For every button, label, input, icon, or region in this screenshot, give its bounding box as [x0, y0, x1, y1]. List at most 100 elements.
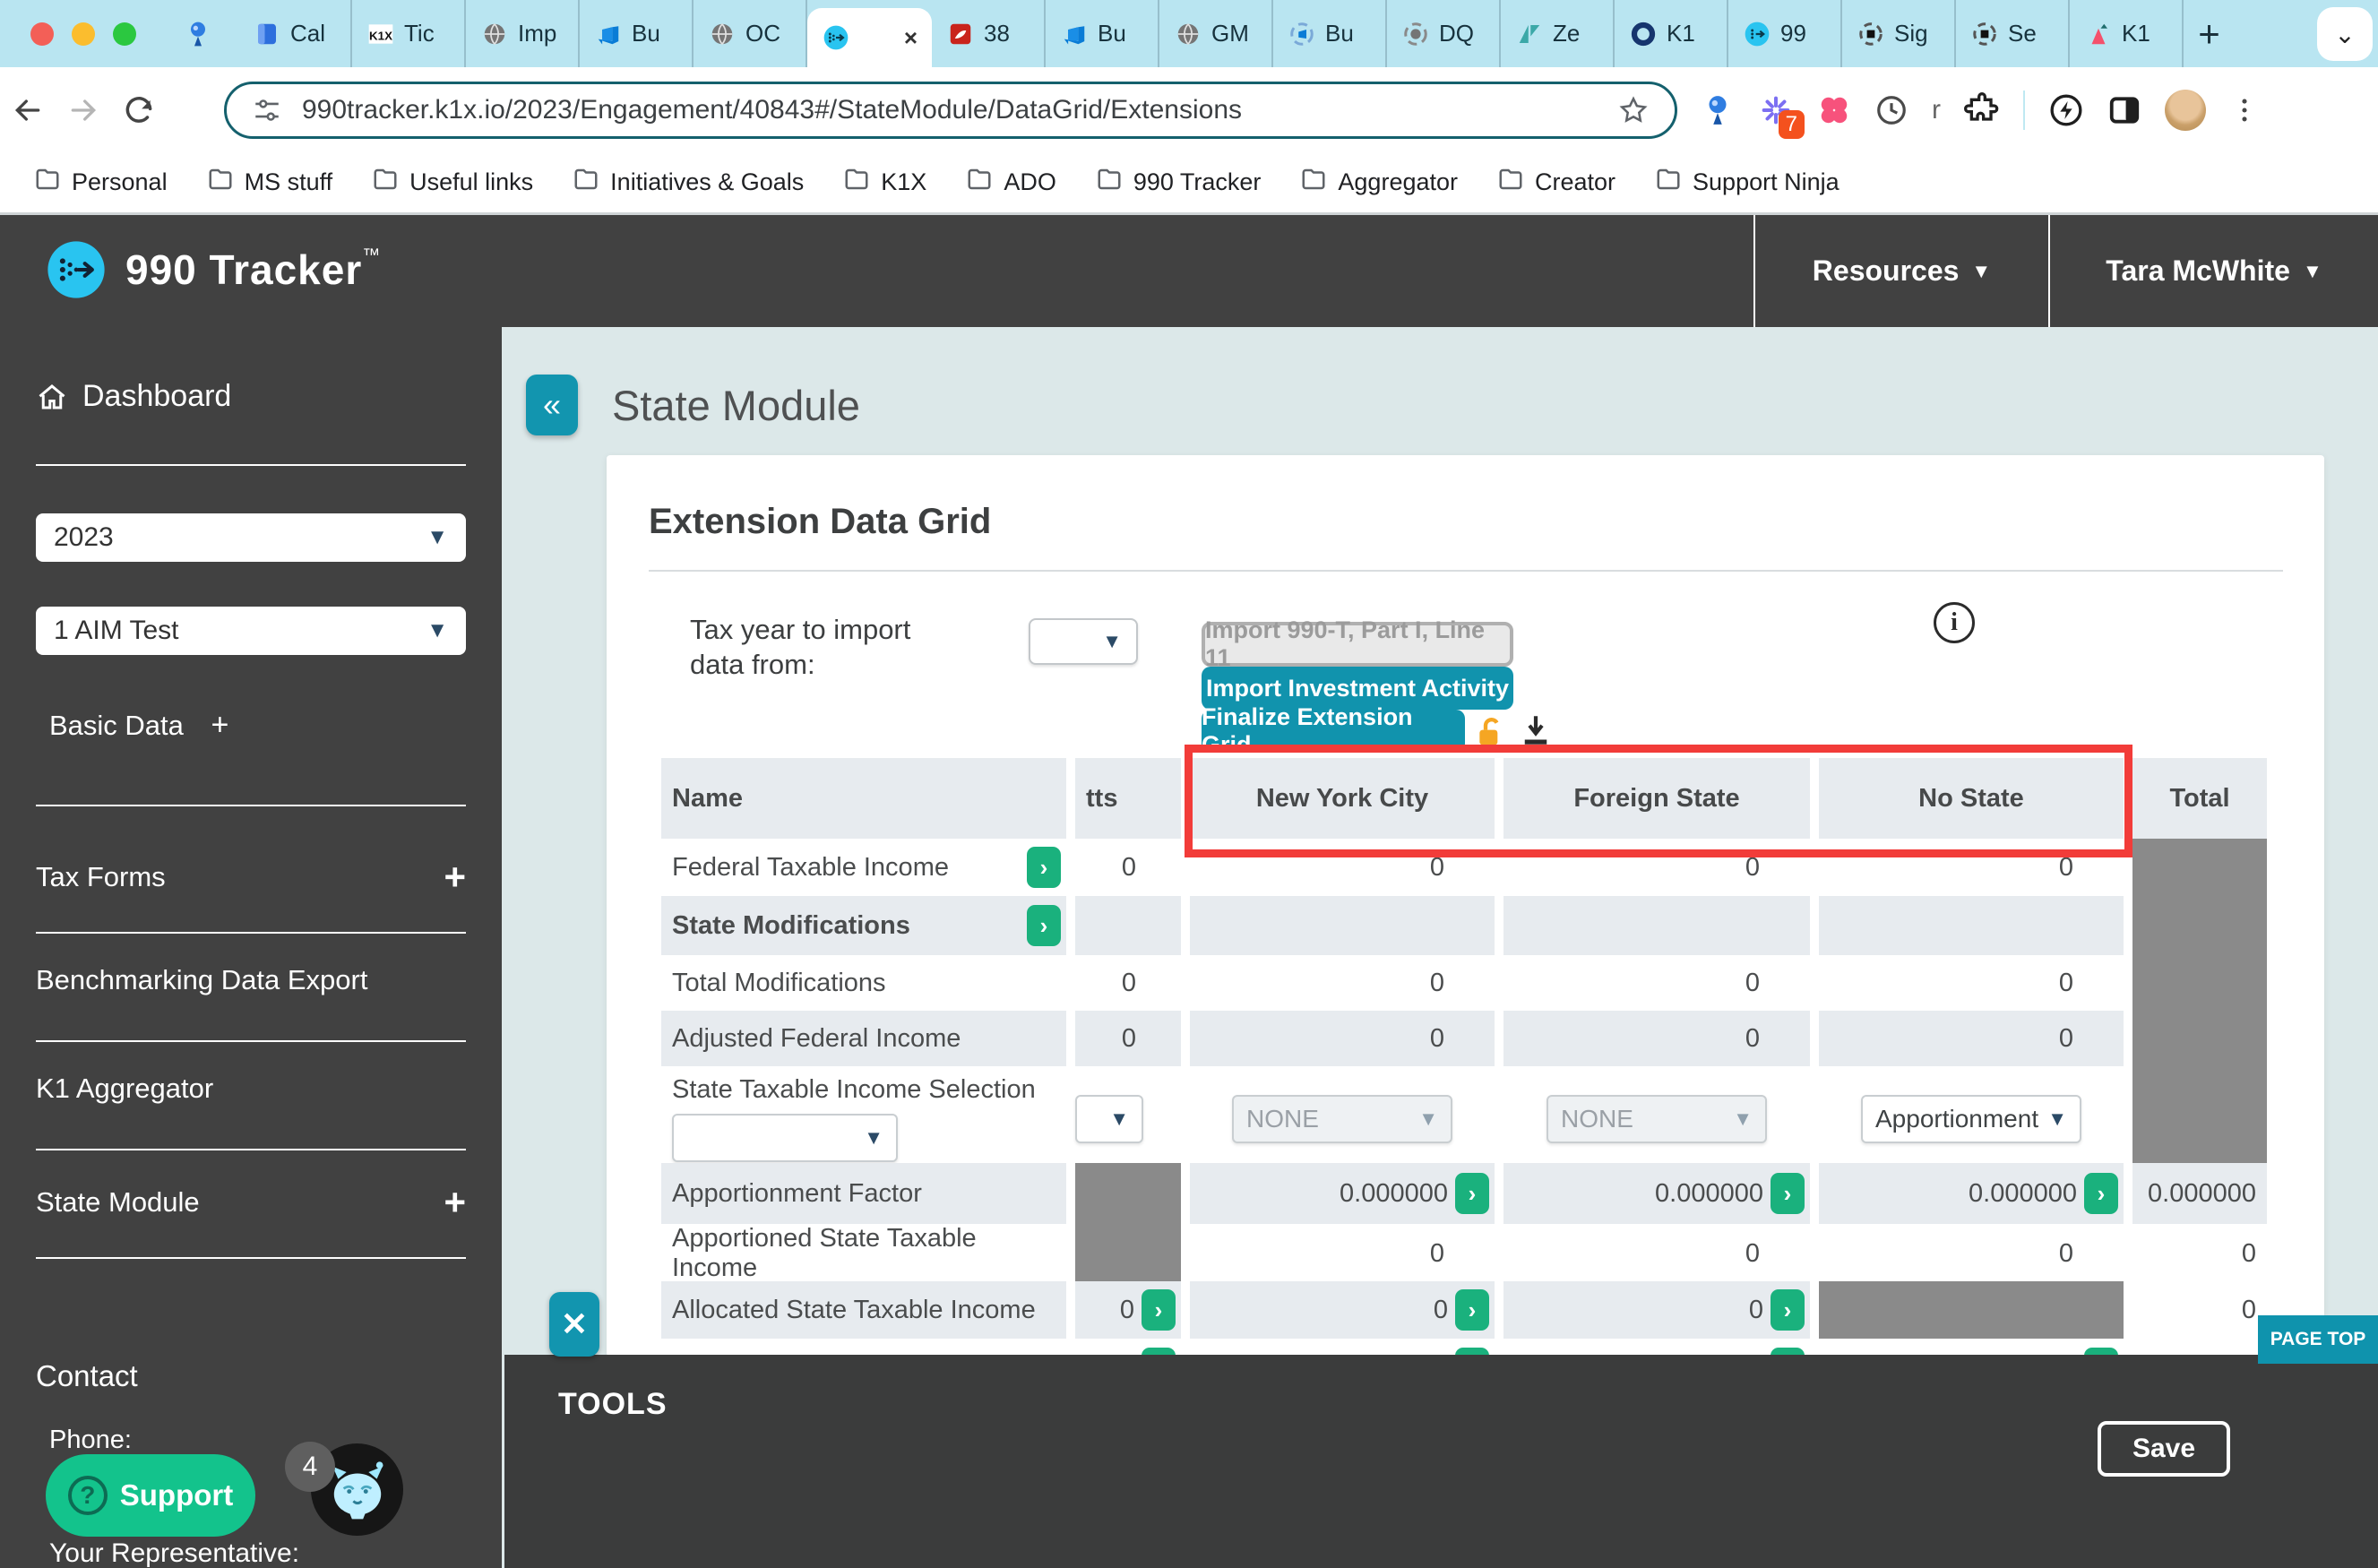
browser-tab[interactable]: Cal	[238, 0, 352, 67]
flower-extension-icon[interactable]	[1817, 93, 1851, 127]
close-tools-button[interactable]: ✕	[549, 1292, 599, 1357]
bookmark-item[interactable]: Useful links	[372, 166, 533, 199]
sidebar-item-benchmarking-data-export[interactable]: Benchmarking Data Export	[36, 964, 466, 996]
app-logo[interactable]: 990 Tracker™	[47, 240, 380, 299]
unlock-icon[interactable]	[1472, 715, 1508, 751]
bookmark-item[interactable]: Initiatives & Goals	[573, 166, 804, 199]
sidebar-item-k1-aggregator[interactable]: K1 Aggregator	[36, 1073, 466, 1105]
browser-tab[interactable]: Bu	[580, 0, 694, 67]
collapse-sidebar-button[interactable]: «	[526, 375, 578, 435]
row-name: State Taxable Income Selection	[672, 1075, 1036, 1105]
profile-avatar[interactable]	[2165, 90, 2206, 131]
spark-extension-icon[interactable]: 7	[1758, 92, 1794, 128]
browser-tab[interactable]: K1XTic	[352, 0, 466, 67]
clock-extension-icon[interactable]	[1874, 93, 1908, 127]
finalize-extension-grid-button[interactable]: Finalize Extension Grid	[1202, 710, 1465, 753]
browser-tab[interactable]: Ze	[1501, 0, 1615, 67]
expand-chevron-button[interactable]: ›	[1142, 1289, 1176, 1331]
expand-chevron-button[interactable]: ›	[1771, 1289, 1805, 1331]
state-income-select[interactable]: NONE▼	[1232, 1095, 1452, 1143]
bookmark-item[interactable]: MS stuff	[207, 166, 333, 199]
browser-tab[interactable]: Sig	[1842, 0, 1956, 67]
select-cell: Apportionment▼	[1819, 1066, 2124, 1171]
extensions-puzzle-icon[interactable]	[1964, 92, 2000, 128]
chevron-down-icon: ▼	[1971, 260, 1991, 283]
info-icon[interactable]: i	[1934, 602, 1975, 643]
browser-tab[interactable]: DQ	[1387, 0, 1501, 67]
browser-tab[interactable]: K1	[2070, 0, 2184, 67]
expand-chevron-button[interactable]: ›	[1771, 1173, 1805, 1214]
expand-chevron-button[interactable]: ›	[1455, 1173, 1489, 1214]
sidebar-item-state-module[interactable]: State Module+	[36, 1181, 466, 1224]
year-select[interactable]: 2023▼	[36, 513, 466, 562]
sidebar-item-basic-data[interactable]: Basic Data +	[49, 708, 228, 743]
pin-extension-icon[interactable]	[1701, 93, 1735, 127]
tab-search-button[interactable]: ⌄	[2317, 7, 2373, 61]
state-income-select[interactable]: ▼	[1075, 1095, 1143, 1143]
new-tab-button[interactable]: +	[2184, 0, 2235, 67]
lightning-extension-icon[interactable]	[2048, 92, 2084, 128]
browser-tab[interactable]: Bu	[1046, 0, 1159, 67]
state-income-select[interactable]: Apportionment▼	[1861, 1095, 2081, 1143]
close-window-button[interactable]	[30, 22, 54, 46]
column-header-tts: tts	[1075, 758, 1181, 839]
bookmark-item[interactable]: 990 Tracker	[1096, 166, 1262, 199]
state-income-select[interactable]: NONE▼	[1547, 1095, 1767, 1143]
value-cell: 0	[1075, 839, 1181, 896]
browser-tab-active[interactable]: ×	[807, 8, 932, 67]
empty-cell	[1190, 896, 1495, 955]
bookmark-item[interactable]: Creator	[1497, 166, 1615, 199]
import-year-select[interactable]: ▼	[1029, 618, 1138, 665]
browser-tab[interactable]: 38	[932, 0, 1046, 67]
bookmark-item[interactable]: K1X	[843, 166, 926, 199]
sidebar-item-dashboard[interactable]: Dashboard	[36, 379, 231, 414]
browser-tab[interactable]: GM	[1159, 0, 1273, 67]
plus-icon[interactable]: +	[211, 708, 229, 742]
save-button[interactable]: Save	[2098, 1421, 2230, 1477]
bookmark-item[interactable]: Support Ninja	[1655, 166, 1840, 199]
browser-tab[interactable]: 99	[1728, 0, 1842, 67]
resources-menu[interactable]: Resources▼	[1753, 215, 2048, 327]
page-top-button[interactable]: PAGE TOP	[2258, 1315, 2378, 1364]
browser-menu-icon[interactable]	[2229, 95, 2260, 125]
url-text[interactable]: 990tracker.k1x.io/2023/Engagement/40843#…	[302, 95, 1617, 125]
address-bar[interactable]: 990tracker.k1x.io/2023/Engagement/40843#…	[224, 82, 1677, 139]
plus-icon[interactable]: +	[444, 1181, 466, 1224]
total-cell-disabled	[2132, 1066, 2267, 1171]
browser-tab[interactable]: OC	[694, 0, 807, 67]
user-menu[interactable]: Tara McWhite▼	[2048, 215, 2378, 327]
expand-chevron-button[interactable]: ›	[1027, 905, 1061, 946]
bookmark-item[interactable]: Personal	[34, 166, 168, 199]
plus-icon[interactable]: +	[444, 856, 466, 899]
bookmark-item[interactable]: Aggregator	[1300, 166, 1458, 199]
tab-label: Bu	[632, 20, 660, 47]
side-panel-icon[interactable]	[2107, 93, 2141, 127]
expand-chevron-button[interactable]: ›	[1455, 1289, 1489, 1331]
r-extension-icon[interactable]: r	[1932, 95, 1941, 125]
window-controls[interactable]	[0, 0, 158, 67]
expand-chevron-button[interactable]: ›	[1027, 847, 1061, 888]
expand-chevron-button[interactable]: ›	[2084, 1173, 2118, 1214]
table-row: State Taxable Income Selection ▼ ▼ NONE▼ NON…	[661, 1066, 2258, 1163]
browser-tab[interactable]: Imp	[466, 0, 580, 67]
bookmark-star-icon[interactable]	[1617, 94, 1650, 126]
import-990t-button[interactable]: Import 990-T, Part I, Line 11	[1202, 622, 1513, 667]
close-tab-icon[interactable]: ×	[904, 26, 918, 49]
sidebar-item-tax-forms[interactable]: Tax Forms+	[36, 856, 466, 899]
pinned-tab[interactable]	[158, 0, 238, 67]
bookmark-item[interactable]: ADO	[966, 166, 1056, 199]
engagement-select[interactable]: 1 AIM Test▼	[36, 607, 466, 655]
back-button[interactable]	[0, 92, 56, 128]
support-button[interactable]: ? Support	[46, 1454, 255, 1537]
browser-tab[interactable]: K1	[1615, 0, 1728, 67]
k1xspin-favicon-icon	[1970, 20, 1999, 48]
forward-button[interactable]	[56, 92, 111, 128]
state-income-select[interactable]: ▼	[672, 1114, 898, 1162]
reload-button[interactable]	[111, 93, 167, 127]
minimize-window-button[interactable]	[72, 22, 95, 46]
browser-tab[interactable]: Se	[1956, 0, 2070, 67]
folder-icon	[966, 166, 993, 199]
download-icon[interactable]	[1517, 711, 1555, 749]
maximize-window-button[interactable]	[113, 22, 136, 46]
browser-tab[interactable]: Bu	[1273, 0, 1387, 67]
